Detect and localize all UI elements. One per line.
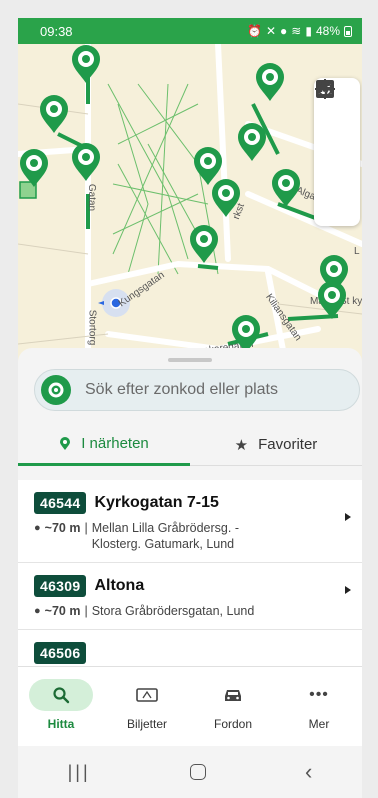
zone-name: Kyrkogatan 7-15 bbox=[94, 494, 219, 511]
tab-nearby[interactable]: I närheten bbox=[18, 424, 190, 466]
street-label-stortorget: Stortorg bbox=[86, 309, 98, 346]
map-tools bbox=[314, 78, 360, 226]
location-pin-icon: ● bbox=[34, 522, 41, 534]
chevron-right-icon bbox=[345, 513, 351, 521]
bottom-sheet: I närheten ★ Favoriter 46544 Kyrkogatan … bbox=[18, 348, 362, 670]
parking-pin[interactable] bbox=[70, 142, 102, 182]
parking-pin[interactable] bbox=[236, 122, 268, 162]
parking-pin[interactable] bbox=[18, 148, 50, 188]
nav-more[interactable]: ••• Mer bbox=[280, 679, 358, 746]
tab-bar: I närheten ★ Favoriter bbox=[18, 424, 362, 466]
parking-pin[interactable] bbox=[38, 94, 70, 134]
zone-code: 46309 bbox=[34, 575, 87, 597]
nav-find-label: Hitta bbox=[47, 717, 75, 731]
parking-pin[interactable] bbox=[210, 178, 242, 218]
location-pin-icon: ● bbox=[34, 605, 41, 617]
nav-find-icon-wrap bbox=[29, 679, 93, 711]
system-navigation-bar: ||| ‹ bbox=[18, 746, 362, 798]
star-icon: ★ bbox=[234, 436, 249, 454]
search-bar[interactable] bbox=[34, 369, 360, 411]
parking-pin[interactable] bbox=[270, 168, 302, 208]
back-button[interactable]: ‹ bbox=[305, 759, 312, 785]
map-filter-button[interactable] bbox=[317, 80, 352, 167]
map-view[interactable]: Kungsgatan Stortorg Skomakaregatan Kilia… bbox=[18, 44, 362, 376]
location-pin-icon bbox=[60, 436, 71, 450]
separator: | bbox=[84, 521, 88, 535]
nav-tickets[interactable]: Biljetter bbox=[108, 679, 186, 746]
nav-tickets-label: Biljetter bbox=[126, 717, 167, 731]
zone-list-item[interactable]: 46544 Kyrkogatan 7-15 ● ~70 m | Mellan L… bbox=[18, 480, 362, 563]
ticket-icon bbox=[136, 688, 158, 702]
zone-distance: ~70 m bbox=[44, 521, 81, 535]
nav-vehicles-icon-wrap bbox=[201, 679, 265, 711]
location-icon: ● bbox=[280, 24, 288, 38]
phone-screen: 09:38 ⏰ ✕ ● ≋ ▮ 48% Kungsgatan Stortorg … bbox=[18, 18, 362, 798]
recent-apps-button[interactable]: ||| bbox=[68, 762, 91, 783]
locate-icon bbox=[315, 79, 335, 99]
parking-pin[interactable] bbox=[70, 44, 102, 84]
tab-favorites-label: Favoriter bbox=[258, 436, 318, 453]
parking-pin[interactable] bbox=[316, 280, 348, 320]
tab-nearby-label: I närheten bbox=[81, 435, 149, 452]
more-icon: ••• bbox=[309, 686, 329, 703]
zone-list-item[interactable]: 46506 bbox=[18, 630, 362, 670]
street-label-l: L bbox=[354, 246, 360, 257]
signal-icon: ▮ bbox=[305, 24, 312, 38]
wifi-icon: ≋ bbox=[291, 24, 302, 38]
nav-vehicles[interactable]: Fordon bbox=[194, 679, 272, 746]
parking-pin[interactable] bbox=[188, 224, 220, 264]
status-icons: ⏰ ✕ ● ≋ ▮ 48% bbox=[247, 24, 352, 38]
status-bar: 09:38 ⏰ ✕ ● ≋ ▮ 48% bbox=[18, 18, 362, 44]
easypark-logo-icon bbox=[41, 375, 71, 405]
battery-percent: 48% bbox=[315, 24, 340, 38]
alarm-icon: ⏰ bbox=[247, 24, 262, 38]
nav-more-icon-wrap: ••• bbox=[287, 679, 351, 711]
zone-name: Altona bbox=[94, 577, 145, 594]
map-locate-button[interactable] bbox=[315, 79, 352, 216]
nav-find[interactable]: Hitta bbox=[22, 679, 100, 746]
search-input[interactable] bbox=[85, 381, 335, 399]
nav-vehicles-label: Fordon bbox=[213, 717, 253, 731]
car-icon bbox=[225, 690, 241, 701]
parking-pin[interactable] bbox=[254, 62, 286, 102]
sheet-drag-handle[interactable] bbox=[168, 358, 212, 362]
zone-code: 46506 bbox=[34, 642, 87, 664]
street-label-gatan: Gatan bbox=[86, 183, 98, 212]
zone-address: Mellan Lilla Gråbrödersg. - Klosterg. Ga… bbox=[91, 521, 239, 551]
battery-icon bbox=[344, 25, 352, 37]
search-icon bbox=[53, 687, 70, 704]
home-button[interactable] bbox=[189, 764, 206, 780]
nav-more-label: Mer bbox=[308, 717, 330, 731]
zone-code: 46544 bbox=[34, 492, 87, 514]
status-time: 09:38 bbox=[40, 23, 73, 39]
tab-favorites[interactable]: ★ Favoriter bbox=[190, 424, 362, 466]
nav-tickets-icon-wrap bbox=[115, 679, 179, 711]
chevron-right-icon bbox=[345, 586, 351, 594]
zone-distance: ~70 m bbox=[44, 604, 81, 618]
mute-icon: ✕ bbox=[265, 24, 277, 38]
bottom-navigation: Hitta Biljetter Fordon ••• Mer bbox=[18, 666, 362, 746]
zone-list-item[interactable]: 46309 Altona ● ~70 m | Stora Gråbrödersg… bbox=[18, 563, 362, 630]
separator: | bbox=[84, 604, 88, 618]
zone-address: Stora Gråbrödersgatan, Lund bbox=[91, 604, 255, 618]
zone-list: 46544 Kyrkogatan 7-15 ● ~70 m | Mellan L… bbox=[18, 480, 362, 670]
